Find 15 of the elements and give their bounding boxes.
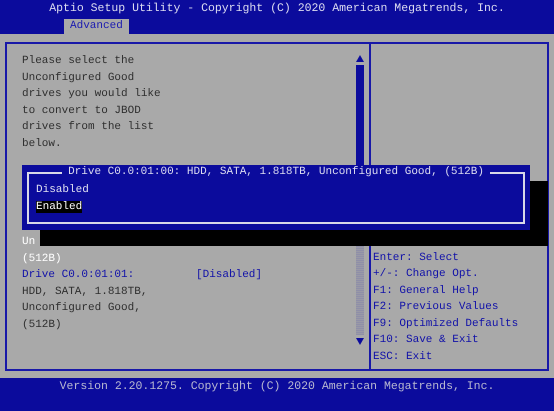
description-line: to convert to JBOD — [22, 104, 142, 118]
help-line: F1: General Help — [373, 284, 480, 298]
description-line: drives you would like — [22, 87, 162, 102]
help-line: Enter: Select — [373, 250, 460, 266]
version-text: Version 2.20.1275. Copyright (C) 2020 American Megatrends, Inc. — [58, 379, 496, 395]
window-title: Aptio Setup Utility - Copyright (C) 2020 American Megatrends, Inc. — [48, 1, 506, 17]
description-line: Unconfigured Good — [22, 70, 136, 86]
description-line: drives from the list — [22, 120, 156, 135]
description-line: Please select the — [22, 54, 136, 69]
help-line: +/-: Change Opt. — [373, 267, 480, 282]
description-line: below. — [22, 136, 63, 152]
help-line: F2: Previous Values — [373, 300, 500, 315]
help-line: F10: Save & Exit — [373, 333, 480, 348]
help-line: ESC: Exit — [373, 350, 434, 364]
help-line: F9: Optimized Defaults — [373, 316, 520, 332]
